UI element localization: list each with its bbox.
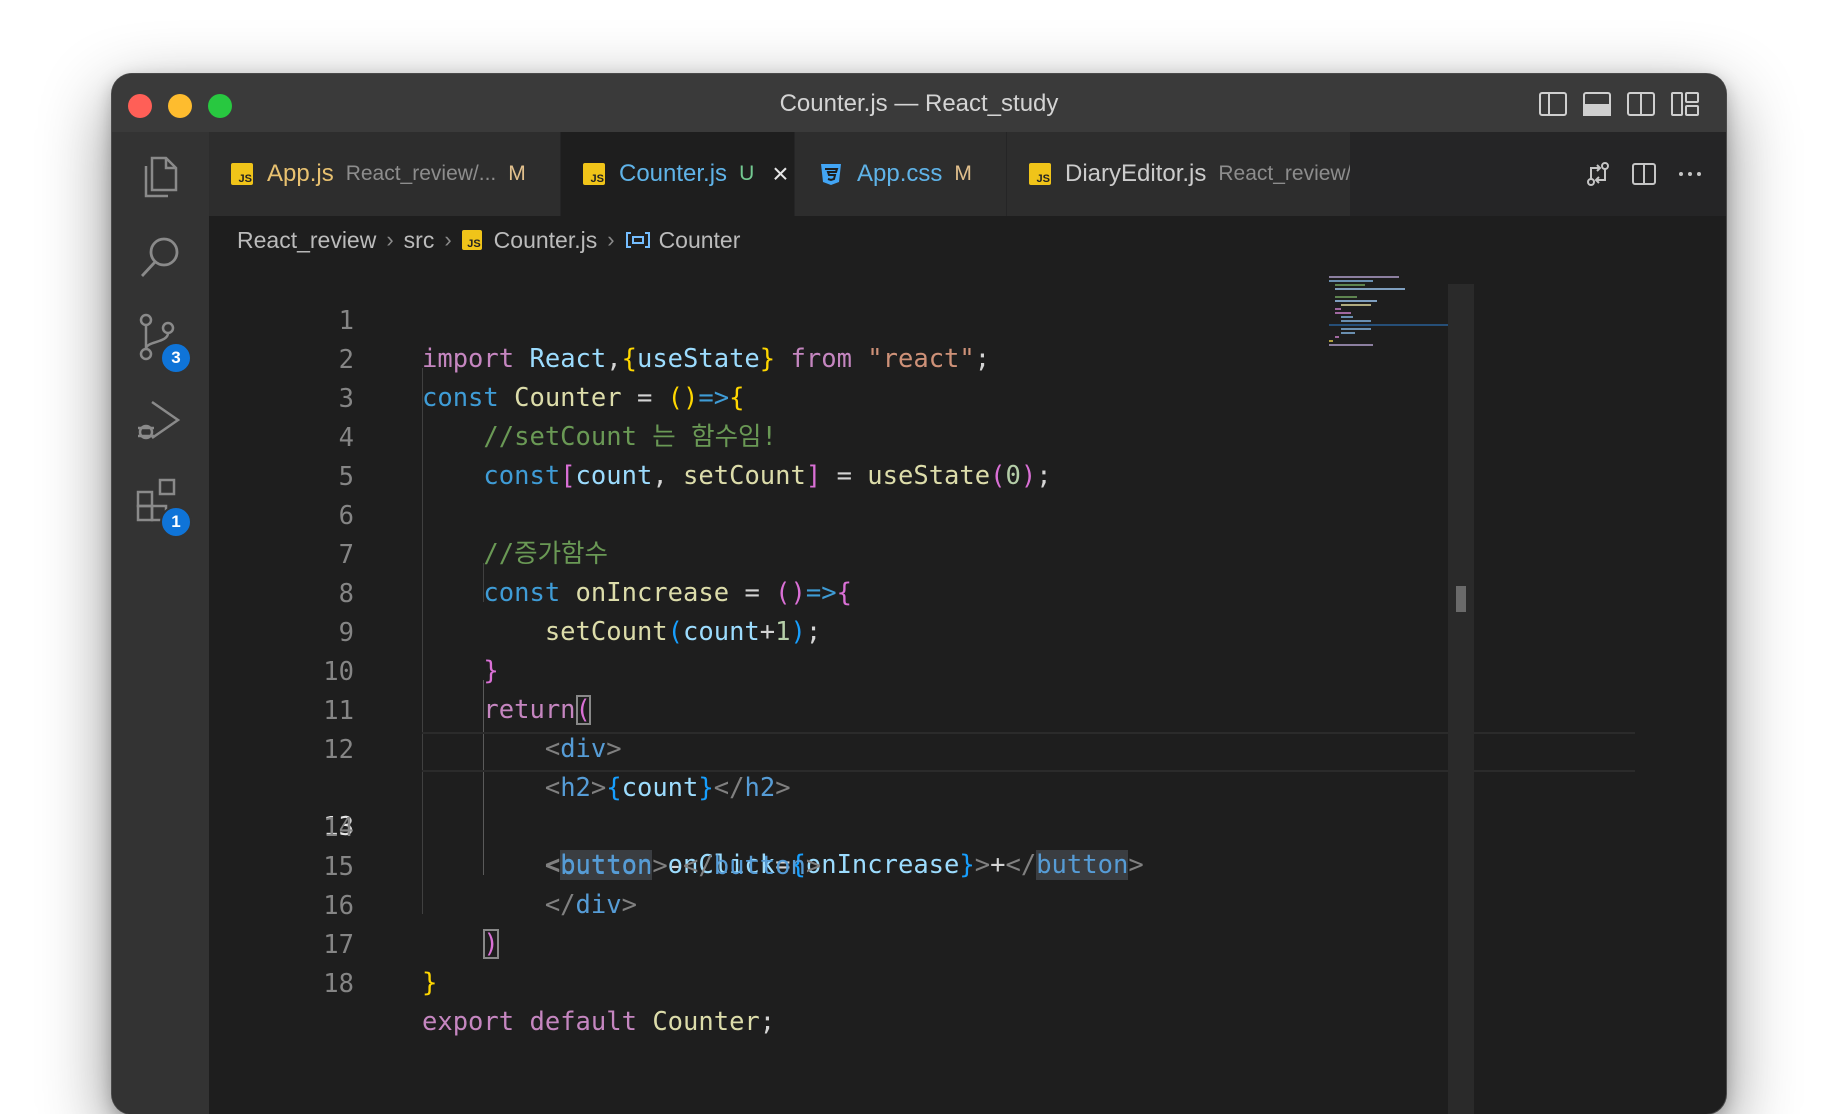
breadcrumb: React_review › src › JS Counter.js › Cou… <box>209 216 1449 264</box>
tab-label: DiaryEditor.js <box>1065 160 1207 187</box>
code-line: 18 export default Counter; <box>323 969 776 1037</box>
source-control-badge: 3 <box>160 342 192 374</box>
breadcrumb-item[interactable]: React_review <box>237 227 376 254</box>
tab-description: React_review/.. <box>1218 162 1351 185</box>
tab-app-css[interactable]: App.css M <box>795 132 1007 216</box>
editor-actions <box>1584 160 1704 188</box>
tab-status: M <box>954 162 972 185</box>
extensions-item[interactable]: 1 <box>134 476 192 538</box>
code-line: 17 } <box>323 930 438 998</box>
symbol-variable-icon <box>625 232 650 248</box>
minimap[interactable] <box>1329 274 1451 354</box>
code-line: 8 setCount(count+1); <box>338 579 822 647</box>
chevron-right-icon: › <box>607 227 615 252</box>
vscode-window: Counter.js — React_study 3 1 JS App.js R… <box>112 74 1726 1114</box>
breadcrumb-item[interactable]: src <box>404 227 435 254</box>
code-line: 15 </div> <box>323 852 637 920</box>
breadcrumb-item[interactable]: Counter.js <box>494 227 598 254</box>
more-actions-icon[interactable] <box>1676 160 1704 188</box>
tab-status: U <box>739 162 755 185</box>
tab-bar: JS App.js React_review/... M JS Counter.… <box>209 132 1726 216</box>
code-line: 5 <box>338 462 354 492</box>
code-line: 11 <div> <box>323 696 622 764</box>
open-changes-icon[interactable] <box>1584 160 1612 188</box>
css-file-icon <box>821 164 841 185</box>
toggle-panel-icon[interactable] <box>1582 91 1612 117</box>
js-file-icon: JS <box>583 163 605 185</box>
scrollbar-thumb[interactable] <box>1456 586 1466 612</box>
js-file-icon: JS <box>231 163 253 185</box>
code-line: 12 <h2>{count}</h2> <box>323 735 791 803</box>
tab-label: Counter.js <box>619 160 728 187</box>
run-debug-icon[interactable] <box>134 394 186 446</box>
breadcrumb-item[interactable]: Counter <box>659 227 741 254</box>
code-editor[interactable]: 1 import React,{useState} from "react"; … <box>209 264 1635 1114</box>
split-editor-icon[interactable] <box>1630 160 1658 188</box>
tab-status: M <box>508 162 526 185</box>
title-bar: Counter.js — React_study <box>112 74 1726 133</box>
code-line: 9 } <box>338 618 499 686</box>
code-line: 10 return( <box>323 657 591 725</box>
code-line: 7 const onIncrease = ()=>{ <box>338 540 852 608</box>
code-line-current: 13 <button onClick={onIncrease}>+</butto… <box>209 732 1635 880</box>
code-line: 16 ) <box>323 891 499 959</box>
tab-label: App.css <box>857 160 943 187</box>
extensions-badge: 1 <box>160 506 192 538</box>
code-line: 14 <button>-</button> <box>323 813 822 881</box>
tab-description: React_review/... <box>345 162 497 185</box>
code-line: 4 const[count, setCount] = useState(0); <box>338 423 1052 491</box>
tab-app-js[interactable]: JS App.js React_review/... M <box>209 132 561 216</box>
js-file-icon: JS <box>461 230 482 250</box>
toggle-primary-sidebar-icon[interactable] <box>1538 91 1568 117</box>
toggle-secondary-sidebar-icon[interactable] <box>1626 91 1656 117</box>
customize-layout-icon[interactable] <box>1670 91 1700 117</box>
vertical-scrollbar[interactable] <box>1448 284 1474 1114</box>
window-title: Counter.js — React_study <box>779 90 1059 117</box>
explorer-icon[interactable] <box>134 150 186 202</box>
code-line: 6 //증가함수 <box>338 501 608 569</box>
js-file-icon: JS <box>1029 163 1051 185</box>
source-control-item[interactable]: 3 <box>134 312 192 374</box>
layout-controls <box>1538 91 1700 117</box>
chevron-right-icon: › <box>386 227 394 252</box>
tab-diary-editor-js[interactable]: JS DiaryEditor.js React_review/.. <box>1007 132 1351 216</box>
activity-bar: 3 1 <box>112 132 209 1114</box>
search-icon[interactable] <box>134 232 186 284</box>
chevron-right-icon: › <box>444 227 452 252</box>
tab-counter-js[interactable]: JS Counter.js U × <box>561 132 795 216</box>
close-icon[interactable]: × <box>772 160 788 188</box>
tab-label: App.js <box>267 160 334 187</box>
